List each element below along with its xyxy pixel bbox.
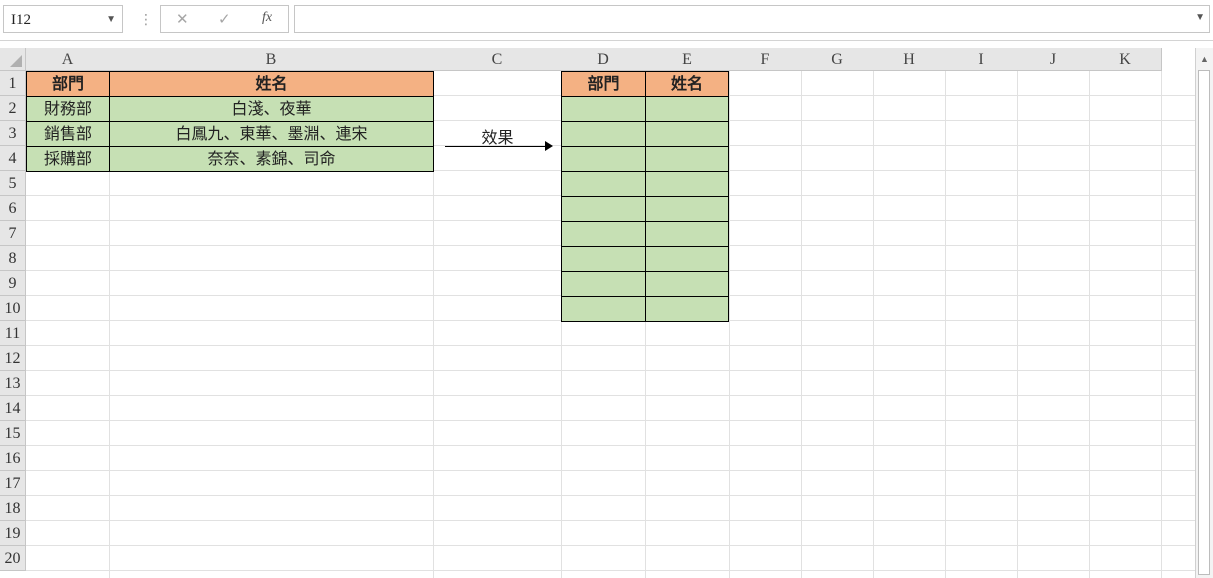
result-cell-names[interactable] <box>645 271 729 297</box>
column-header-a[interactable]: A <box>26 48 110 71</box>
expand-formula-bar-icon[interactable]: ▼ <box>1195 12 1205 23</box>
vertical-scrollbar[interactable]: ▲ <box>1195 48 1213 578</box>
column-header-f[interactable]: F <box>729 48 802 71</box>
gridline-horizontal <box>26 570 1195 571</box>
result-cell-names[interactable] <box>645 121 729 147</box>
result-cell-names[interactable] <box>645 221 729 247</box>
row-header-10[interactable]: 10 <box>0 296 26 321</box>
result-cell-dept[interactable] <box>561 196 646 222</box>
gridline-horizontal <box>26 470 1195 471</box>
gridline-horizontal <box>26 495 1195 496</box>
row-header-13[interactable]: 13 <box>0 371 26 396</box>
row-header-8[interactable]: 8 <box>0 246 26 271</box>
row-header-7[interactable]: 7 <box>0 221 26 246</box>
column-header-i[interactable]: I <box>945 48 1018 71</box>
result-cell-dept[interactable] <box>561 296 646 322</box>
spreadsheet-grid[interactable]: ABCDEFGHIJK 1 2 3 4 5 6 7 8 9 10 11 12 13 14 15 16 17 18 1… <box>0 48 1213 578</box>
scrollbar-thumb[interactable] <box>1198 70 1210 575</box>
result-cell-dept[interactable] <box>561 246 646 272</box>
source-cell-dept[interactable]: 銷售部 <box>26 121 110 147</box>
row-header-5[interactable]: 5 <box>0 171 26 196</box>
result-cell-dept[interactable] <box>561 221 646 247</box>
arrow-head-icon <box>545 141 553 151</box>
chevron-down-icon[interactable]: ▼ <box>106 6 116 34</box>
result-cell-dept[interactable] <box>561 146 646 172</box>
row-header-3[interactable]: 3 <box>0 121 26 146</box>
result-cell-dept[interactable] <box>561 96 646 122</box>
source-header-dept[interactable]: 部門 <box>26 71 110 97</box>
result-header-dept[interactable]: 部門 <box>561 71 646 97</box>
result-cell-dept[interactable] <box>561 171 646 197</box>
result-cell-names[interactable] <box>645 171 729 197</box>
gridline-vertical <box>1089 71 1090 578</box>
row-header-14[interactable]: 14 <box>0 396 26 421</box>
gridline-horizontal <box>26 445 1195 446</box>
gridline-vertical <box>873 71 874 578</box>
row-header-20[interactable]: 20 <box>0 546 26 571</box>
source-cell-dept[interactable]: 財務部 <box>26 96 110 122</box>
column-header-e[interactable]: E <box>645 48 730 71</box>
insert-function-icon[interactable]: fx <box>262 10 272 26</box>
result-cell-dept[interactable] <box>561 271 646 297</box>
row-header-19[interactable]: 19 <box>0 521 26 546</box>
source-cell-names[interactable]: 白鳳九、東華、墨淵、連宋 <box>109 121 434 147</box>
result-header-name[interactable]: 姓名 <box>645 71 729 97</box>
source-header-name[interactable]: 姓名 <box>109 71 434 97</box>
column-header-d[interactable]: D <box>561 48 646 71</box>
column-header-k[interactable]: K <box>1089 48 1162 71</box>
gridline-vertical <box>1161 71 1162 578</box>
enter-icon[interactable]: ✓ <box>218 10 231 28</box>
row-header-1[interactable]: 1 <box>0 71 26 96</box>
gridline-vertical <box>729 71 730 578</box>
formula-buttons: ✕ ✓ fx <box>160 5 289 33</box>
source-cell-names[interactable]: 白淺、夜華 <box>109 96 434 122</box>
scroll-up-icon[interactable]: ▲ <box>1200 54 1209 64</box>
gridline-horizontal <box>26 395 1195 396</box>
source-cell-names[interactable]: 奈奈、素錦、司命 <box>109 146 434 172</box>
arrow-label[interactable]: 效果 <box>470 124 525 148</box>
row-header-6[interactable]: 6 <box>0 196 26 221</box>
result-cell-names[interactable] <box>645 96 729 122</box>
result-cell-names[interactable] <box>645 296 729 322</box>
gridline-vertical <box>945 71 946 578</box>
row-header-16[interactable]: 16 <box>0 446 26 471</box>
name-box-value: I12 <box>11 12 31 28</box>
gridline-horizontal <box>26 520 1195 521</box>
arrow-line[interactable] <box>445 146 548 147</box>
row-header-11[interactable]: 11 <box>0 321 26 346</box>
formula-bar: I12 ▼ ⋮ ✕ ✓ fx ▼ <box>0 0 1213 41</box>
name-box[interactable]: I12 ▼ <box>3 5 123 33</box>
gridline-vertical <box>1017 71 1018 578</box>
column-header-j[interactable]: J <box>1017 48 1090 71</box>
gridline-horizontal <box>26 545 1195 546</box>
row-header-12[interactable]: 12 <box>0 346 26 371</box>
source-cell-dept[interactable]: 採購部 <box>26 146 110 172</box>
row-header-9[interactable]: 9 <box>0 271 26 296</box>
cancel-icon[interactable]: ✕ <box>176 10 189 28</box>
more-options-icon[interactable]: ⋮ <box>139 10 153 28</box>
column-headers: ABCDEFGHIJK <box>0 48 1195 71</box>
row-header-15[interactable]: 15 <box>0 421 26 446</box>
result-cell-dept[interactable] <box>561 121 646 147</box>
formula-input[interactable]: ▼ <box>294 5 1210 33</box>
row-header-2[interactable]: 2 <box>0 96 26 121</box>
row-header-4[interactable]: 4 <box>0 146 26 171</box>
column-header-b[interactable]: B <box>109 48 434 71</box>
column-header-c[interactable]: C <box>433 48 562 71</box>
result-cell-names[interactable] <box>645 246 729 272</box>
row-header-17[interactable]: 17 <box>0 471 26 496</box>
gridline-horizontal <box>26 420 1195 421</box>
gridline-vertical <box>801 71 802 578</box>
row-header-18[interactable]: 18 <box>0 496 26 521</box>
result-cell-names[interactable] <box>645 196 729 222</box>
gridline-horizontal <box>26 345 1195 346</box>
result-cell-names[interactable] <box>645 146 729 172</box>
column-header-h[interactable]: H <box>873 48 946 71</box>
column-header-g[interactable]: G <box>801 48 874 71</box>
gridline-horizontal <box>26 370 1195 371</box>
